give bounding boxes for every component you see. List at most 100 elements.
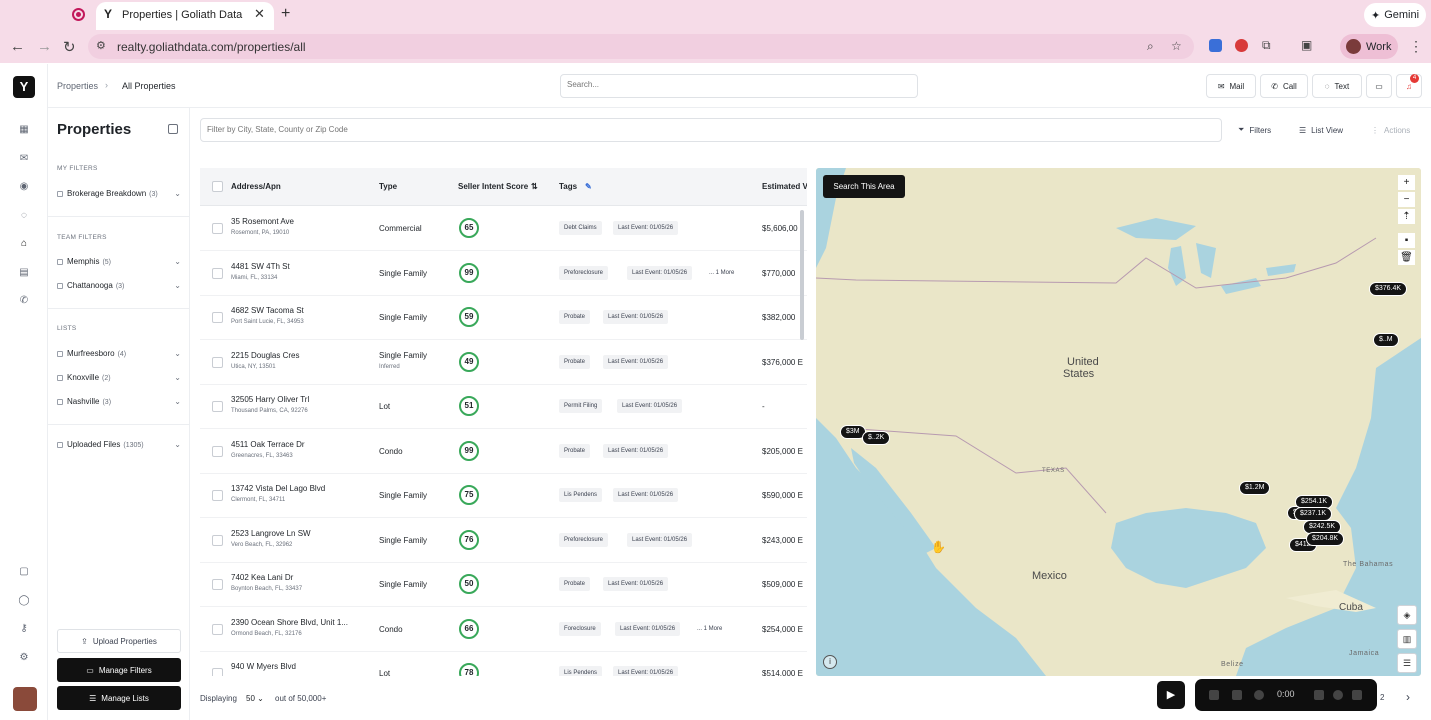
row-checkbox[interactable] — [212, 267, 223, 279]
filters-button[interactable]: ⏷ Filters — [1238, 118, 1271, 142]
property-address[interactable]: 2523 Langrove Ln SW — [231, 529, 311, 538]
shield-icon[interactable]: ◯ — [16, 593, 32, 609]
property-address[interactable]: 2215 Douglas Cres — [231, 351, 299, 360]
chevron-down-icon[interactable]: ⌄ — [174, 281, 181, 290]
list-item-murfreesboro[interactable]: Murfreesboro (4) ⌄ — [57, 349, 181, 363]
event-tag[interactable]: Probate — [559, 443, 591, 458]
chevron-down-icon[interactable]: ⌄ — [174, 257, 181, 266]
manage-lists-button[interactable]: ☰ Manage Lists — [57, 686, 181, 710]
map-price-pin[interactable]: $237.1K — [1294, 507, 1333, 521]
compass-icon[interactable]: ⇡ — [1398, 209, 1415, 224]
key-icon[interactable]: ⚷ — [16, 621, 32, 637]
event-tag[interactable]: Probate — [559, 310, 591, 324]
inbox-icon[interactable]: ✉ — [16, 151, 32, 167]
uploaded-files-item[interactable]: Uploaded Files (1305) ⌄ — [57, 440, 181, 454]
map-layers-icon[interactable]: ◈ — [1397, 605, 1417, 625]
property-map[interactable]: United States Mexico Cuba The Bahamas Ja… — [816, 168, 1421, 676]
column-header-type[interactable]: Type — [379, 182, 397, 191]
row-checkbox[interactable] — [212, 534, 223, 546]
upload-properties-button[interactable]: ⇪ Upload Properties — [57, 629, 181, 653]
user-avatar[interactable] — [13, 687, 37, 711]
row-checkbox[interactable] — [212, 312, 223, 323]
table-row[interactable]: 4481 SW 4Th St Miami, FL, 33134 Single Fam… — [200, 252, 807, 296]
goliath-logo[interactable]: Y — [13, 76, 35, 98]
site-info-icon[interactable]: ⚙ — [96, 39, 106, 52]
dashboard-icon[interactable]: ▦ — [16, 122, 32, 138]
event-tag[interactable]: Debt Claims — [559, 221, 602, 235]
actions-button[interactable]: ⋮ Actions — [1371, 118, 1410, 142]
event-tag[interactable]: Lis Pendens — [559, 488, 603, 502]
extension-red-icon[interactable] — [1235, 39, 1248, 52]
list-view-button[interactable]: ☰ List View — [1299, 118, 1343, 142]
team-filter-chattanooga[interactable]: Chattanooga (3) ⌄ — [57, 281, 181, 295]
tab-close-icon[interactable]: ✕ — [254, 6, 265, 22]
url-text[interactable]: realty.goliathdata.com/properties/all — [117, 40, 306, 54]
event-tag[interactable]: Foreclosure — [559, 621, 601, 636]
table-row[interactable]: 2523 Langrove Ln SW Vero Beach, FL, 32962… — [200, 519, 807, 563]
sort-icon[interactable]: ⇅ — [531, 182, 538, 191]
chevron-down-icon[interactable]: ⌄ — [174, 373, 181, 382]
chevron-down-icon[interactable]: ⌄ — [174, 440, 181, 449]
grid-icon[interactable] — [1314, 690, 1324, 700]
list-item-nashville[interactable]: Nashville (3) ⌄ — [57, 397, 181, 411]
documents-icon[interactable]: ▢ — [16, 564, 32, 580]
forward-icon[interactable]: → — [37, 38, 52, 55]
table-row[interactable]: 35 Rosemont Ave Rosemont, PA, 19010 Commer… — [200, 207, 807, 251]
table-row[interactable]: 13742 Vista Del Lago Blvd Clermont, FL, 3… — [200, 474, 807, 518]
phone-icon[interactable]: ✆ — [16, 293, 32, 309]
map-price-pin-cluster[interactable]: $..M — [1373, 333, 1399, 347]
extensions-puzzle-icon[interactable]: ⧉ — [1262, 38, 1271, 53]
table-scrollbar[interactable] — [800, 210, 804, 340]
property-address[interactable]: 4511 Oak Terrace Dr — [231, 440, 305, 449]
property-address[interactable]: 940 W Myers Blvd — [231, 662, 296, 671]
row-checkbox[interactable] — [212, 401, 223, 412]
pause-recording-icon[interactable] — [1232, 690, 1242, 700]
restart-icon[interactable] — [1333, 690, 1343, 700]
mute-icon[interactable] — [1254, 690, 1264, 700]
row-checkbox[interactable] — [212, 490, 223, 501]
browser-menu-icon[interactable]: ⋮ — [1409, 38, 1423, 55]
delete-recording-icon[interactable] — [1352, 690, 1362, 700]
map-legend-icon[interactable]: ☰ — [1397, 653, 1417, 673]
bookmark-star-icon[interactable]: ☆ — [1171, 39, 1182, 53]
global-search[interactable] — [560, 74, 918, 98]
table-row[interactable]: 2390 Ocean Shore Blvd, Unit 1... Ormond B… — [200, 608, 807, 652]
manage-filters-button[interactable]: ▭ Manage Filters — [57, 658, 181, 682]
event-tag[interactable]: Preforeclosure — [559, 532, 609, 547]
list-item-knoxville[interactable]: Knoxville (2) ⌄ — [57, 373, 181, 387]
map-price-pin[interactable]: $1.2M — [1239, 481, 1271, 495]
row-checkbox[interactable] — [212, 579, 223, 590]
table-row[interactable]: 7402 Kea Lani Dr Boynton Beach, FL, 33437… — [200, 563, 807, 607]
property-address[interactable]: 4682 SW Tacoma St — [231, 306, 304, 315]
next-page-icon[interactable]: › — [1406, 690, 1410, 704]
global-search-input[interactable] — [567, 80, 907, 89]
map-price-pin[interactable]: $204.8K — [1306, 532, 1345, 546]
map-price-pin-cluster[interactable]: $..2K — [862, 431, 891, 445]
zoom-in-icon[interactable]: + — [1398, 175, 1415, 190]
reload-icon[interactable]: ↻ — [63, 38, 76, 56]
table-row[interactable]: 2215 Douglas Cres Utica, NY, 13501 Single … — [200, 341, 807, 385]
back-icon[interactable]: ← — [10, 38, 25, 55]
page-size-select[interactable]: 50 ⌄ — [246, 694, 264, 703]
call-button[interactable]: ✆ Call — [1260, 74, 1308, 98]
select-all-checkbox[interactable] — [212, 181, 223, 192]
messages-icon[interactable]: ◌ — [16, 208, 32, 224]
column-header-score[interactable]: Seller Intent Score — [458, 182, 528, 191]
team-filter-memphis[interactable]: Memphis (5) ⌄ — [57, 257, 181, 271]
calendar-button[interactable]: ▭ — [1366, 74, 1392, 98]
chevron-down-icon[interactable]: ⌄ — [174, 349, 181, 358]
address-bar[interactable]: ⚙ realty.goliathdata.com/properties/all … — [88, 34, 1194, 59]
more-tags-link[interactable]: ... 1 More — [709, 266, 734, 280]
event-tag[interactable]: Preforeclosure — [559, 265, 609, 280]
row-checkbox[interactable] — [212, 668, 223, 676]
page-number[interactable]: 2 — [1380, 693, 1384, 702]
row-checkbox[interactable] — [212, 445, 223, 457]
tab-search-icon[interactable]: ▣ — [1301, 38, 1312, 52]
gemini-button[interactable]: ✦ Gemini — [1364, 3, 1426, 27]
property-address[interactable]: 32505 Harry Oliver Trl — [231, 395, 309, 404]
text-button[interactable]: ◌ Text — [1312, 74, 1362, 98]
new-tab-icon[interactable]: + — [281, 5, 290, 23]
draw-polygon-icon[interactable]: ▪ — [1398, 233, 1415, 248]
event-tag[interactable]: Lis Pendens — [559, 666, 603, 676]
stop-recording-icon[interactable] — [1209, 690, 1219, 700]
